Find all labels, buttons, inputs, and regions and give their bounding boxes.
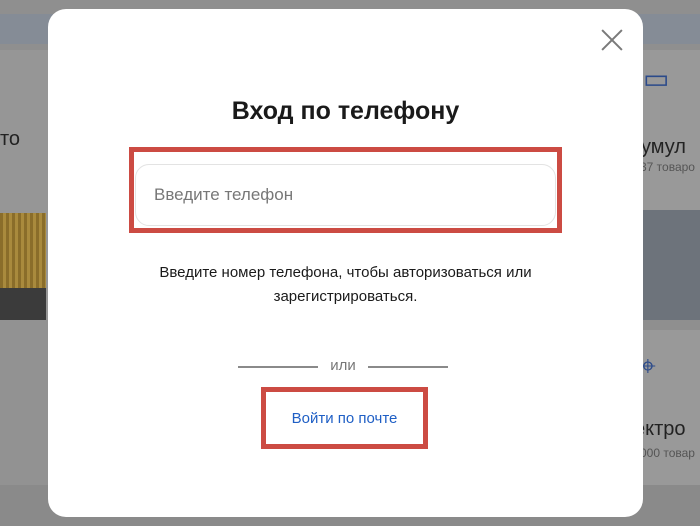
modal-title: Вход по телефону: [231, 97, 460, 125]
background-category-count: 37 товаро: [640, 160, 695, 174]
background-product-image: [642, 210, 700, 320]
background-category-title: то: [0, 128, 21, 150]
divider-line: [238, 366, 318, 368]
phone-input[interactable]: [135, 164, 556, 226]
filter-product-image-base: [0, 288, 46, 320]
divider-line: [368, 366, 448, 368]
divider-or-text: или: [330, 357, 356, 374]
background-category-card: [0, 320, 48, 485]
background-category-count: 000 товар: [640, 446, 695, 460]
email-login-link[interactable]: Войти по почте: [261, 387, 428, 449]
login-hint-text: Введите номер телефона, чтобы авторизова…: [159, 264, 532, 305]
battery-icon: ▭: [643, 63, 670, 94]
login-modal: Вход по телефону Введите номер телефона,…: [48, 9, 643, 517]
close-icon[interactable]: [601, 29, 623, 51]
